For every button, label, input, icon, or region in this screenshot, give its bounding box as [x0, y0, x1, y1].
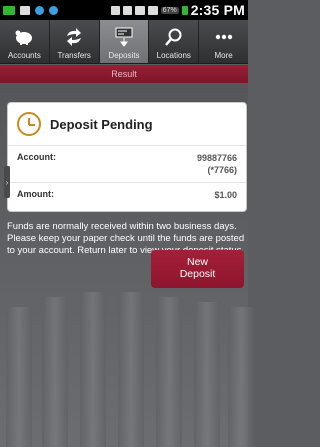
- battery-icon: [181, 5, 188, 15]
- tab-label: Transfers: [57, 51, 91, 60]
- sync-icon: [49, 5, 58, 15]
- bluetooth-icon: [110, 5, 120, 15]
- tab-label: Accounts: [7, 51, 41, 60]
- page-title-bar: Result: [0, 65, 248, 83]
- tab-deposits[interactable]: Deposits: [99, 20, 150, 63]
- check-deposit-icon: [115, 27, 133, 47]
- clock-time: 2:35 PM: [190, 2, 245, 18]
- clock-icon: [17, 112, 41, 136]
- usb-icon: [35, 5, 44, 15]
- new-deposit-button[interactable]: New Deposit: [151, 250, 244, 288]
- side-drawer-handle[interactable]: ›: [4, 166, 10, 198]
- amount-row: Amount: $1.00: [8, 183, 246, 207]
- network-icon: [134, 5, 145, 15]
- tab-label: Deposits: [108, 51, 140, 60]
- tab-locations[interactable]: Locations: [149, 20, 200, 63]
- account-row: Account: 99887766 (*7766): [8, 146, 246, 184]
- signal-icon: [147, 5, 158, 15]
- piggy-bank-icon: [15, 30, 33, 45]
- tab-transfers[interactable]: Transfers: [50, 20, 100, 63]
- tab-label: More: [214, 51, 233, 60]
- tab-bar: Accounts Transfers Deposits Locations Mo…: [0, 20, 248, 64]
- tab-accounts[interactable]: Accounts: [0, 20, 50, 63]
- tab-more[interactable]: More: [199, 20, 248, 63]
- search-icon: [164, 28, 182, 46]
- card-header: Deposit Pending: [8, 103, 246, 146]
- mail-icon: [20, 5, 30, 15]
- amount-value: $1.00: [214, 190, 237, 201]
- notification-icon: [3, 5, 15, 15]
- account-number: 99887766: [196, 153, 237, 163]
- account-value: 99887766 (*7766): [197, 152, 237, 176]
- amount-label: Amount:: [17, 189, 54, 200]
- account-masked: (*7766): [207, 165, 237, 176]
- chevron-right-icon: ›: [5, 177, 9, 187]
- deposit-result-card: Deposit Pending Account: 99887766 (*7766…: [7, 102, 247, 212]
- status-bar: 67% 2:35 PM: [0, 0, 248, 20]
- deposit-status-title: Deposit Pending: [50, 116, 153, 132]
- battery-percent: 67%: [160, 6, 179, 14]
- transfer-icon: [67, 28, 82, 46]
- more-icon: [215, 34, 232, 40]
- mute-icon: [122, 5, 132, 15]
- account-label: Account:: [17, 152, 56, 162]
- tab-label: Locations: [156, 51, 191, 60]
- page-title: Result: [111, 69, 137, 79]
